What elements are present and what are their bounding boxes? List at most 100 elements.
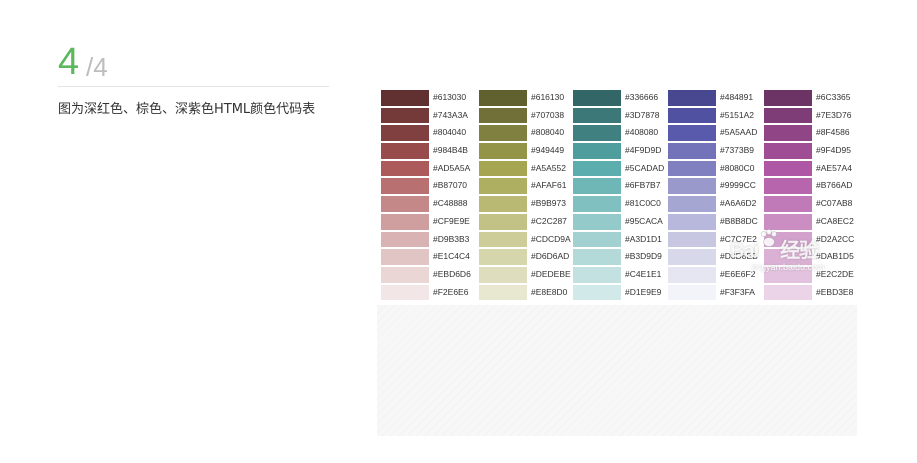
color-row: #81C0C0 <box>571 195 665 213</box>
color-code: #7373B9 <box>720 145 755 156</box>
color-row: #616130 <box>477 89 571 107</box>
color-code: #A5A552 <box>531 162 566 173</box>
color-swatch <box>668 178 716 195</box>
color-swatch <box>573 125 621 142</box>
color-swatch <box>668 125 716 142</box>
color-row: #C07AB8 <box>762 195 856 213</box>
color-row: #F2E6E6 <box>379 284 473 302</box>
color-row: #E1C4C4 <box>379 248 473 266</box>
color-code: #DAB1D5 <box>816 251 854 262</box>
step-image[interactable]: #613030 #743A3A #804040 #984B4B #AD5A5A #B870… <box>377 84 857 436</box>
color-row: #6FB7B7 <box>571 177 665 195</box>
color-column-indigo: #484891 #5151A2 #5A5AAD #7373B9 #8080C0 #9999… <box>666 89 760 301</box>
color-code: #E8E8D0 <box>531 286 568 297</box>
color-code: #F2E6E6 <box>433 286 469 297</box>
color-row: #A3D1D1 <box>571 231 665 249</box>
color-row: #8F4586 <box>762 124 856 142</box>
color-swatch <box>381 178 429 195</box>
color-row: #95CACA <box>571 213 665 231</box>
color-swatch <box>668 266 716 283</box>
color-code: #B87070 <box>433 180 468 191</box>
color-row: #EBD3E8 <box>762 284 856 302</box>
color-swatch <box>764 143 812 159</box>
color-code: #CF9E9E <box>433 215 470 226</box>
color-row: #5A5AAD <box>666 124 760 142</box>
color-code: #F3F3FA <box>720 286 755 297</box>
color-code: #CDCD9A <box>531 233 571 244</box>
color-swatch <box>573 107 621 124</box>
color-swatch <box>764 178 812 195</box>
color-code: #984B4B <box>433 145 468 156</box>
color-code: #6C3365 <box>816 92 851 102</box>
color-code: #804040 <box>433 127 467 138</box>
color-swatch <box>479 90 527 106</box>
color-row: #E2C2DE <box>762 266 856 284</box>
color-code-table: #613030 #743A3A #804040 #984B4B #AD5A5A #B870… <box>377 84 857 305</box>
color-code: #EBD3E8 <box>816 286 854 297</box>
color-row: #AFAF61 <box>477 177 571 195</box>
color-code: #8F4586 <box>816 127 850 138</box>
color-swatch <box>764 284 812 301</box>
color-swatch <box>381 249 429 265</box>
color-swatch <box>668 231 716 248</box>
color-swatch <box>381 213 429 230</box>
color-code: #D8D8EB <box>720 251 758 262</box>
color-column-olive: #616130 #707038 #808040 #949449 #A5A552 #AFAF… <box>477 89 571 301</box>
color-code: #D6D6AD <box>531 251 570 262</box>
color-code: #EBD6D6 <box>433 268 471 279</box>
color-code: #A3D1D1 <box>625 233 662 244</box>
color-column-teal: #336666 #3D7878 #408080 #4F9D9D #5CADAD #6FB7… <box>571 89 665 301</box>
color-swatch <box>668 107 716 124</box>
color-code: #336666 <box>625 92 659 102</box>
color-code: #B766AD <box>816 180 853 191</box>
color-swatch <box>764 196 812 212</box>
color-row: #DEDEBE <box>477 266 571 284</box>
color-code: #E6E6F2 <box>720 268 756 279</box>
color-swatch <box>381 266 429 283</box>
color-row: #EBD6D6 <box>379 266 473 284</box>
color-row: #743A3A <box>379 107 473 125</box>
color-swatch <box>479 160 527 177</box>
color-swatch <box>573 249 621 265</box>
color-swatch <box>381 231 429 248</box>
color-row: #D1E9E9 <box>571 284 665 302</box>
color-row: #484891 <box>666 89 760 107</box>
color-code: #707038 <box>531 109 565 120</box>
color-row: #C4E1E1 <box>571 266 665 284</box>
color-row: #408080 <box>571 124 665 142</box>
color-code: #8080C0 <box>720 162 755 173</box>
color-row: #8080C0 <box>666 160 760 178</box>
color-column-dark-red: #613030 #743A3A #804040 #984B4B #AD5A5A #B870… <box>379 89 473 301</box>
color-swatch <box>381 284 429 301</box>
color-row: #4F9D9D <box>571 142 665 160</box>
color-code: #A6A6D2 <box>720 198 757 209</box>
color-swatch <box>764 90 812 106</box>
color-code: #3D7878 <box>625 109 660 120</box>
step-total-number: /4 <box>86 52 108 82</box>
color-swatch <box>381 125 429 142</box>
step-description: 图为深红色、棕色、深紫色HTML颜色代码表 <box>58 102 316 117</box>
color-row: #B87070 <box>379 177 473 195</box>
color-swatch <box>381 143 429 159</box>
color-row: #336666 <box>571 89 665 107</box>
color-row: #7373B9 <box>666 142 760 160</box>
color-swatch <box>573 266 621 283</box>
color-code: #5CADAD <box>625 162 665 173</box>
color-row: #B8B8DC <box>666 213 760 231</box>
color-swatch <box>573 178 621 195</box>
color-code: #B8B8DC <box>720 215 758 226</box>
color-column-purple: #6C3365 #7E3D76 #8F4586 #9F4D95 #AE57A4 #B766… <box>762 89 856 301</box>
color-swatch <box>764 107 812 124</box>
color-row: #D9B3B3 <box>379 231 473 249</box>
color-code: #7E3D76 <box>816 109 852 120</box>
color-swatch <box>479 143 527 159</box>
color-code: #DEDEBE <box>531 268 571 279</box>
color-code: #AFAF61 <box>531 180 567 191</box>
color-row: #D2A2CC <box>762 231 856 249</box>
color-row: #D8D8EB <box>666 248 760 266</box>
color-row: #804040 <box>379 124 473 142</box>
color-row: #CA8EC2 <box>762 213 856 231</box>
color-code: #81C0C0 <box>625 198 661 209</box>
color-code: #616130 <box>531 92 565 102</box>
color-swatch <box>668 213 716 230</box>
